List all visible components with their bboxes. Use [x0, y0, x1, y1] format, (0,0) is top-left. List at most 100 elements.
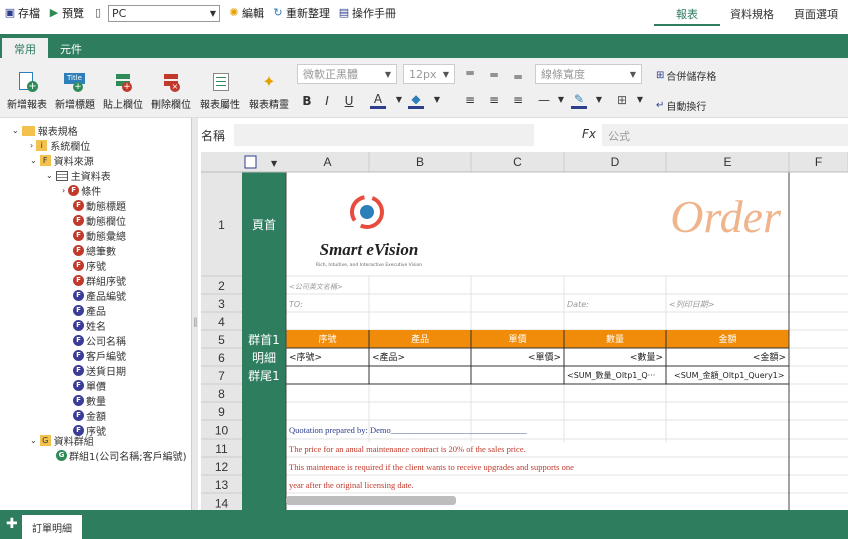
font-size-select[interactable]: 12px ▼ [403, 64, 455, 84]
row-header: 12 [215, 460, 229, 474]
horizontal-scrollbar[interactable] [286, 496, 456, 505]
tree-field-label: 公司名稱 [86, 337, 126, 348]
tree-field-item[interactable]: F 單價 [73, 378, 106, 393]
chevron-down-icon[interactable]: ▼ [591, 95, 607, 104]
tree-field-item[interactable]: F 動態標題 [73, 198, 126, 213]
tree-field-label: 動態標題 [86, 202, 126, 213]
tree-field-item[interactable]: F 客戶編號 [73, 348, 126, 363]
font-family-select[interactable]: 微軟正黑體 ▼ [297, 64, 397, 84]
tree-field-item[interactable]: F 姓名 [73, 318, 106, 333]
delete-column-button[interactable]: × 刪除欄位 [148, 72, 194, 111]
section-label: 群尾1 [248, 369, 280, 383]
tree-field-label: 動態欄位 [86, 217, 126, 228]
tree-field-label: 單價 [86, 382, 106, 393]
tree-field-label: 總筆數 [86, 247, 116, 258]
merge-cells-button[interactable]: ⊞ 合併儲存格 [656, 68, 716, 83]
tree-data-source[interactable]: ⌄ F 資料來源 [30, 153, 94, 168]
save-button[interactable]: ▣ 存檔 [4, 5, 40, 21]
ribbon-tab-home[interactable]: 常用 [2, 38, 48, 58]
report-wizard-button[interactable]: ✦ 報表精靈 [246, 72, 292, 111]
tree-field-item[interactable]: F 動態彙總 [73, 228, 126, 243]
field-badge-icon: F [73, 335, 84, 346]
tree-field-item[interactable]: F 群組序號 [73, 273, 126, 288]
bold-button[interactable]: B [299, 94, 315, 108]
to-label: TO: [289, 300, 303, 309]
column-heading: 金額 [718, 333, 736, 345]
sum-amount-field: <SUM_金額_Oltp1_Query1> [674, 370, 784, 380]
tab-data-spec[interactable]: 資料規格 [720, 0, 784, 26]
fx-label: Fx [582, 127, 597, 141]
chevron-down-icon: ⌄ [12, 126, 19, 135]
column-heading: 單價 [508, 334, 526, 345]
new-report-button[interactable]: + 新增報表 [4, 72, 50, 111]
tree-field-item[interactable]: F 動態欄位 [73, 213, 126, 228]
tree-field-item[interactable]: F 總筆數 [73, 243, 116, 258]
section-label: 明細 [252, 351, 276, 365]
column-header-f: F [815, 155, 822, 169]
border-style-icon[interactable]: — [536, 93, 552, 107]
add-sheet-button[interactable]: ✚ [6, 516, 18, 532]
tree-field-item[interactable]: F 產品 [73, 303, 106, 318]
tree-root[interactable]: ⌄ 報表規格 [12, 123, 78, 138]
report-properties-button[interactable]: 報表屬性 [197, 72, 243, 111]
system-fields-icon: i [36, 140, 48, 151]
underline-button[interactable]: U [341, 94, 357, 108]
paste-column-button[interactable]: + 貼上欄位 [100, 72, 146, 111]
formula-bar: 名稱 Fx 公式 [198, 118, 848, 152]
borders-icon[interactable]: ⊞ [614, 93, 630, 107]
align-bottom-icon[interactable]: ═ [510, 70, 526, 84]
chevron-down-icon[interactable]: ▼ [429, 95, 445, 104]
tree-field-label: 序號 [86, 262, 106, 273]
align-left-icon[interactable]: ≡ [462, 93, 478, 107]
spec-tree: ⌄ 報表規格 › i 系統欄位 ⌄ F 資料來源 ⌄ 主資料表 › F 條件 F 動態標題 F 動態欄位… [0, 118, 192, 510]
device-select[interactable]: PC ▼ [108, 4, 220, 22]
tab-report[interactable]: 報表 [654, 0, 720, 26]
manual-button[interactable]: ▤ 操作手冊 [338, 5, 396, 21]
preview-button[interactable]: ▶ 預覽 [48, 5, 84, 21]
tree-group1[interactable]: G 群組1(公司名稱;客戶編號) [56, 448, 187, 463]
tree-field-item[interactable]: F 數量 [73, 393, 106, 408]
company-en-field: <公司英文名稱> [289, 283, 343, 291]
align-top-icon[interactable]: ═ [462, 66, 478, 80]
field-badge-icon: F [73, 200, 84, 211]
tree-data-group[interactable]: ⌄ G 資料群組 [30, 433, 94, 448]
refresh-button[interactable]: ↻ 重新整理 [272, 5, 330, 21]
tree-field-item[interactable]: › F 條件 [62, 183, 101, 198]
column-header-d: D [611, 155, 620, 169]
ribbon-tab-components[interactable]: 元件 [48, 38, 94, 58]
new-title-button[interactable]: Title + 新增標題 [52, 72, 98, 111]
edit-button[interactable]: ✺ 編輯 [228, 5, 264, 21]
name-input[interactable] [234, 124, 534, 146]
wrap-text-button[interactable]: ↵ 自動換行 [656, 98, 706, 113]
font-color-button[interactable]: A [370, 92, 386, 109]
tree-field-item[interactable]: F 送貨日期 [73, 363, 126, 378]
fill-color-button[interactable]: ◆ [408, 92, 424, 109]
field-badge-icon: F [73, 365, 84, 376]
tree-field-item[interactable]: F 公司名稱 [73, 333, 126, 348]
tab-page-options[interactable]: 頁面選項 [784, 0, 848, 26]
chevron-down-icon: ⌄ [30, 436, 37, 445]
italic-button[interactable]: I [319, 94, 335, 108]
border-color-button[interactable]: ✎ [571, 92, 587, 109]
align-center-icon[interactable]: ≡ [486, 93, 502, 107]
row-header: 2 [218, 279, 225, 293]
chevron-down-icon: ⌄ [30, 156, 37, 165]
align-right-icon[interactable]: ≡ [510, 93, 526, 107]
tree-system-fields[interactable]: › i 系統欄位 [30, 138, 90, 153]
chevron-down-icon[interactable]: ▼ [391, 95, 407, 104]
field-badge-icon: F [73, 215, 84, 226]
chevron-down-icon[interactable]: ▼ [553, 95, 569, 104]
formula-input[interactable]: 公式 [602, 124, 848, 146]
tree-field-item[interactable]: F 金額 [73, 408, 106, 423]
sheet-tab[interactable]: 訂單明細 [22, 515, 82, 539]
tree-field-item[interactable]: F 序號 [73, 258, 106, 273]
chevron-down-icon[interactable]: ▼ [632, 95, 648, 104]
tree-main-table[interactable]: ⌄ 主資料表 [46, 168, 111, 183]
column-header-e: E [723, 155, 731, 169]
order-title: Order [670, 191, 782, 242]
align-middle-icon[interactable]: ═ [486, 68, 502, 82]
line-width-select[interactable]: 線條寬度 ▼ [535, 64, 642, 84]
row-header: 1 [218, 218, 225, 232]
tree-field-item[interactable]: F 產品編號 [73, 288, 126, 303]
chevron-down-icon: ⌄ [46, 171, 53, 180]
